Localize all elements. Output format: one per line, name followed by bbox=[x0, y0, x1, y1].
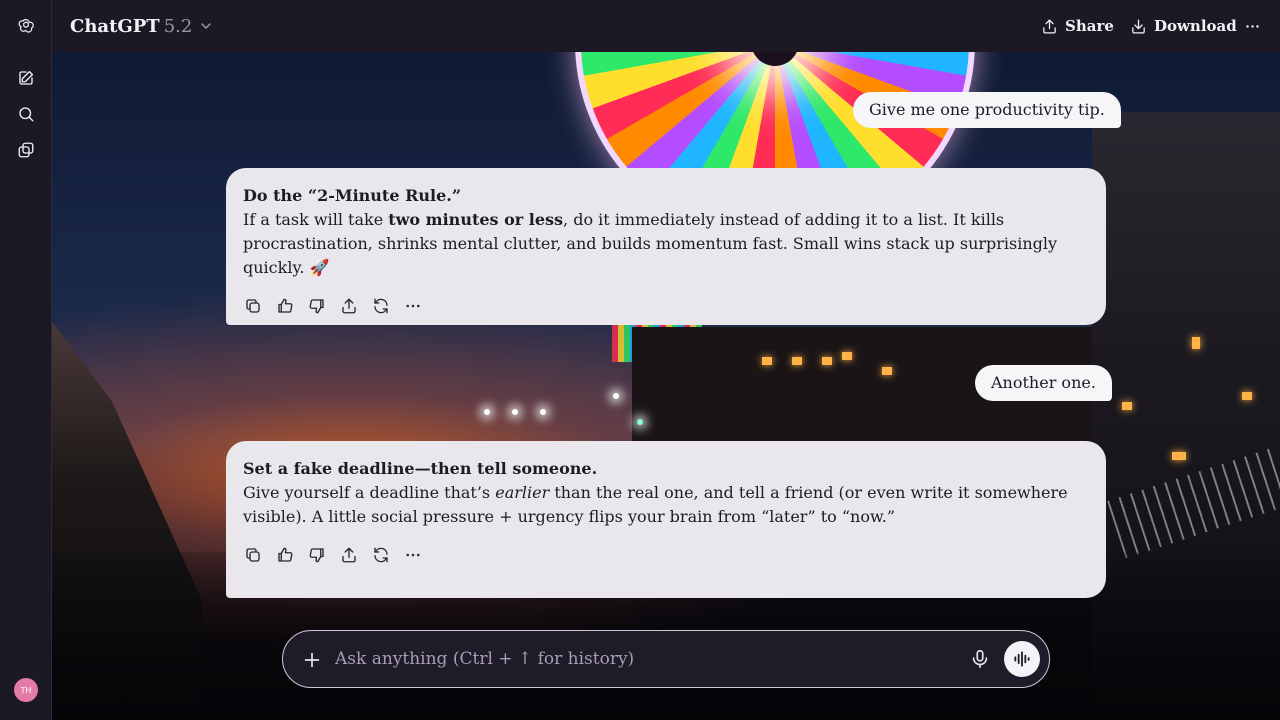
more-icon bbox=[406, 304, 420, 308]
share-label: Share bbox=[1065, 17, 1114, 35]
thumbs-down-icon bbox=[309, 548, 324, 563]
avatar[interactable]: TH bbox=[14, 678, 38, 702]
message-title: Do the “2-Minute Rule.” bbox=[243, 186, 462, 205]
thumbs-down-button[interactable] bbox=[307, 545, 327, 565]
new-chat-icon[interactable] bbox=[14, 66, 38, 90]
regenerate-icon bbox=[374, 298, 388, 314]
share-icon bbox=[342, 298, 356, 314]
microphone-icon bbox=[972, 649, 988, 669]
download-button[interactable]: Download bbox=[1130, 14, 1237, 38]
share-icon bbox=[1043, 18, 1056, 34]
share-button[interactable]: Share bbox=[1041, 14, 1114, 38]
openai-logo-icon[interactable] bbox=[14, 14, 38, 38]
chevron-down-icon bbox=[201, 23, 212, 30]
message-actions bbox=[243, 296, 1089, 316]
thumbs-down-button[interactable] bbox=[307, 296, 327, 316]
more-icon bbox=[406, 553, 420, 557]
model-name: ChatGPT bbox=[70, 15, 160, 37]
more-actions-button[interactable] bbox=[403, 545, 423, 565]
attach-button[interactable] bbox=[301, 649, 323, 671]
download-label: Download bbox=[1154, 17, 1237, 35]
user-message: Give me one productivity tip. bbox=[853, 92, 1121, 128]
share-icon bbox=[342, 547, 356, 563]
copy-icon bbox=[246, 548, 260, 562]
plus-icon bbox=[304, 652, 320, 668]
header: ChatGPT 5.2 Share Download bbox=[52, 0, 1280, 52]
search-icon[interactable] bbox=[14, 102, 38, 126]
model-picker[interactable]: ChatGPT 5.2 bbox=[70, 13, 212, 39]
user-message: Another one. bbox=[975, 365, 1112, 401]
download-icon bbox=[1132, 18, 1145, 34]
more-options-button[interactable] bbox=[1244, 14, 1261, 38]
message-input[interactable] bbox=[335, 647, 955, 671]
message-actions bbox=[243, 545, 1089, 565]
message-bold: two minutes or less bbox=[388, 210, 564, 229]
assistant-message: Set a fake deadline—then tell someone. G… bbox=[226, 441, 1106, 598]
share-message-button[interactable] bbox=[339, 296, 359, 316]
thumbs-up-icon bbox=[278, 298, 293, 313]
message-text: Give yourself a deadline that’s bbox=[243, 483, 496, 502]
message-italic: earlier bbox=[495, 483, 550, 502]
composer bbox=[282, 630, 1050, 688]
copy-icon bbox=[246, 299, 260, 313]
regenerate-icon bbox=[374, 547, 388, 563]
copy-button[interactable] bbox=[243, 296, 263, 316]
gpts-icon[interactable] bbox=[14, 138, 38, 162]
regenerate-button[interactable] bbox=[371, 296, 391, 316]
dictate-button[interactable] bbox=[969, 648, 991, 670]
more-actions-button[interactable] bbox=[403, 296, 423, 316]
voice-mode-button[interactable] bbox=[1004, 641, 1040, 677]
regenerate-button[interactable] bbox=[371, 545, 391, 565]
assistant-message: Do the “2-Minute Rule.” If a task will t… bbox=[226, 168, 1106, 325]
copy-button[interactable] bbox=[243, 545, 263, 565]
sidebar: TH bbox=[0, 0, 52, 720]
message-text: If a task will take bbox=[243, 210, 389, 229]
message-title: Set a fake deadline—then tell someone. bbox=[243, 459, 598, 478]
thumbs-up-button[interactable] bbox=[275, 296, 295, 316]
model-version: 5.2 bbox=[163, 15, 193, 37]
thumbs-down-icon bbox=[309, 299, 324, 314]
thumbs-up-icon bbox=[278, 547, 293, 562]
thumbs-up-button[interactable] bbox=[275, 545, 295, 565]
voice-waveform-icon bbox=[1014, 651, 1030, 667]
more-icon bbox=[1246, 24, 1259, 28]
share-message-button[interactable] bbox=[339, 545, 359, 565]
